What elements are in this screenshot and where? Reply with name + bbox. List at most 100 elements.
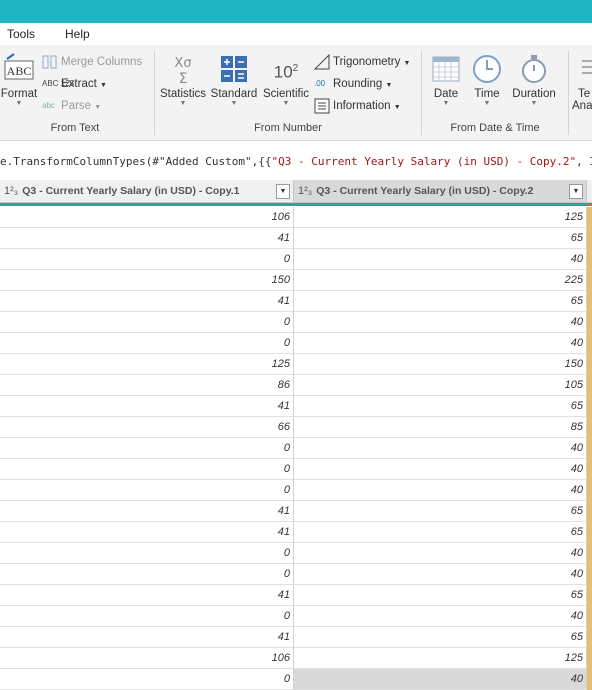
table-cell[interactable]: 41	[0, 585, 294, 606]
chevron-down-icon: ▼	[94, 104, 102, 112]
table-cell[interactable]: 0	[0, 312, 294, 333]
duration-button[interactable]: Duration ▼	[509, 53, 559, 108]
table-cell[interactable]: 150	[0, 270, 294, 291]
column-quality-bar	[0, 203, 294, 206]
table-cell[interactable]: 41	[0, 291, 294, 312]
scientific-icon: 102	[262, 53, 310, 85]
table-cell[interactable]: 40	[294, 606, 587, 627]
abc123-icon: ABC 123	[42, 78, 75, 88]
table-cell-partial	[587, 354, 592, 375]
table-cell[interactable]: 65	[294, 501, 587, 522]
menu-help[interactable]: Help	[65, 27, 90, 41]
column-header[interactable]: 1²₃ Q3 - Current Yearly Salary (in USD) -…	[0, 180, 294, 203]
number-type-icon[interactable]: 1²₃	[298, 185, 312, 197]
formula-suffix: , I	[576, 155, 592, 168]
trigonometry-button[interactable]: Trigonometry ▼	[314, 53, 410, 71]
chevron-down-icon: ▼	[393, 104, 401, 111]
merge-columns-button[interactable]: Merge Columns	[42, 53, 142, 71]
extract-button[interactable]: ABC 123Extract ▼	[42, 75, 107, 93]
table-cell[interactable]: 40	[294, 312, 587, 333]
table-cell[interactable]: 41	[0, 501, 294, 522]
format-label: Format	[0, 88, 38, 100]
table-cell-partial	[587, 648, 592, 669]
table-row: 0 40	[0, 438, 592, 459]
filter-dropdown-icon[interactable]: ▼	[569, 184, 583, 199]
time-button[interactable]: Time ▼	[469, 53, 505, 108]
information-button[interactable]: Information ▼	[314, 97, 401, 115]
table-row: 41 65	[0, 585, 592, 606]
table-cell[interactable]: 40	[294, 333, 587, 354]
time-label: Time	[474, 88, 500, 100]
table-cell[interactable]: 40	[294, 480, 587, 501]
table-cell[interactable]: 65	[294, 228, 587, 249]
table-cell[interactable]: 41	[0, 396, 294, 417]
trigonometry-icon	[314, 53, 330, 70]
rounding-button[interactable]: .00 Rounding ▼	[314, 75, 392, 93]
table-cell[interactable]: 86	[0, 375, 294, 396]
table-row: 0 40	[0, 543, 592, 564]
parse-icon: abc	[42, 101, 55, 110]
table-cell-partial	[587, 627, 592, 648]
table-cell[interactable]: 0	[0, 333, 294, 354]
column-quality-bar	[294, 203, 587, 206]
filter-dropdown-icon[interactable]: ▼	[276, 184, 290, 199]
table-cell[interactable]: 105	[294, 375, 587, 396]
statistics-button[interactable]: Xσ Σ Statistics ▼	[160, 53, 206, 108]
format-text-icon: ABC	[4, 53, 34, 80]
table-cell[interactable]: 40	[294, 564, 587, 585]
table-cell[interactable]: 0	[0, 459, 294, 480]
table-cell[interactable]: 0	[0, 438, 294, 459]
table-cell[interactable]: 65	[294, 396, 587, 417]
table-row: 41 65	[0, 627, 592, 648]
table-cell[interactable]: 40	[294, 249, 587, 270]
table-cell[interactable]: 0	[0, 543, 294, 564]
table-cell[interactable]: 41	[0, 627, 294, 648]
statistics-icon: Xσ Σ	[174, 56, 191, 85]
svg-text:Σ: Σ	[179, 71, 188, 85]
table-row: 0 40	[0, 564, 592, 585]
table-cell[interactable]: 125	[294, 648, 587, 669]
table-cell[interactable]: 106	[0, 648, 294, 669]
table-cell[interactable]: 65	[294, 585, 587, 606]
scientific-button[interactable]: 102 Scientific ▼	[262, 53, 310, 108]
table-cell-partial	[587, 228, 592, 249]
table-cell[interactable]: 125	[0, 354, 294, 375]
table-cell[interactable]: 65	[294, 522, 587, 543]
table-cell-partial	[587, 417, 592, 438]
table-cell[interactable]: 65	[294, 291, 587, 312]
table-cell[interactable]: 0	[0, 606, 294, 627]
table-cell[interactable]: 85	[294, 417, 587, 438]
column-header-selected[interactable]: 1²₃ Q3 - Current Yearly Salary (in USD) -…	[294, 180, 587, 203]
date-button[interactable]: Date ▼	[427, 53, 465, 108]
table-cell[interactable]: 106	[0, 207, 294, 228]
standard-button[interactable]: Standard ▼	[210, 53, 258, 108]
table-cell[interactable]: 65	[294, 627, 587, 648]
column-header-partial[interactable]	[587, 180, 592, 203]
table-cell[interactable]: 40	[294, 459, 587, 480]
table-cell[interactable]: 40	[294, 438, 587, 459]
table-cell[interactable]: 125	[294, 207, 587, 228]
chevron-down-icon: ▼	[442, 100, 450, 107]
formula-bar[interactable]: e.TransformColumnTypes(#"Added Custom",{…	[0, 149, 592, 175]
parse-button[interactable]: abc Parse ▼	[42, 97, 101, 115]
menu-tools[interactable]: Tools	[7, 27, 35, 41]
text-analytics-button[interactable]: Te Ana	[572, 53, 592, 112]
table-cell[interactable]: 0	[0, 564, 294, 585]
menu-bar: Tools Help	[0, 23, 592, 45]
table-cell[interactable]: 40	[294, 543, 587, 564]
table-cell[interactable]: 150	[294, 354, 587, 375]
number-type-icon[interactable]: 1²₃	[4, 185, 18, 197]
table-cell[interactable]: 0	[0, 249, 294, 270]
standard-icon	[221, 56, 247, 82]
scientific-label: Scientific	[262, 88, 310, 100]
table-cell[interactable]: 0	[0, 480, 294, 501]
format-button[interactable]: ABC Format ▼	[0, 53, 38, 108]
table-cell[interactable]: 225	[294, 270, 587, 291]
table-cell[interactable]: 66	[0, 417, 294, 438]
title-bar	[0, 0, 592, 23]
table-cell[interactable]: 41	[0, 522, 294, 543]
table-row: 0 40	[0, 480, 592, 501]
table-row: 0 40	[0, 312, 592, 333]
table-cell-partial	[587, 333, 592, 354]
table-cell[interactable]: 41	[0, 228, 294, 249]
